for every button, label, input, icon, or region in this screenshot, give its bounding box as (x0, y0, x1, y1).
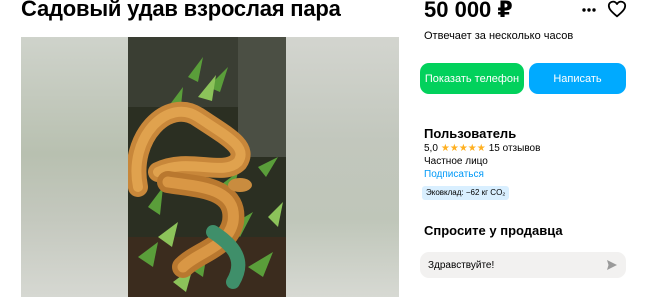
heart-icon[interactable] (607, 0, 627, 18)
eco-badge: Эковклад: −62 кг CO₂ (422, 186, 510, 200)
rating-value: 5,0 (424, 143, 438, 154)
photo-blur-left (21, 37, 128, 297)
listing-title: Садовый удав взрослая пара (21, 0, 341, 21)
subscribe-link[interactable]: Подписаться (424, 169, 484, 180)
photo-gallery[interactable] (21, 37, 399, 297)
seller-type: Частное лицо (424, 156, 488, 167)
send-icon[interactable] (606, 259, 618, 271)
reviews-count[interactable]: 15 отзывов (489, 143, 541, 154)
write-message-button[interactable]: Написать (529, 63, 626, 94)
seller-rating[interactable]: 5,0 ★★★★★ 15 отзывов (424, 143, 540, 154)
show-phone-button[interactable]: Показать телефон (420, 63, 524, 94)
snake-photo[interactable] (128, 37, 286, 297)
photo-blur-right (286, 37, 399, 297)
reply-time: Отвечает за несколько часов (424, 30, 574, 42)
price: 50 000 ₽ (424, 0, 513, 22)
seller-name[interactable]: Пользователь (424, 126, 516, 141)
more-dots-icon[interactable] (581, 2, 597, 18)
ask-seller-box (420, 252, 626, 278)
ask-seller-title: Спросите у продавца (424, 223, 563, 238)
rating-stars-icon: ★★★★★ (440, 143, 486, 154)
message-input[interactable] (428, 252, 598, 278)
